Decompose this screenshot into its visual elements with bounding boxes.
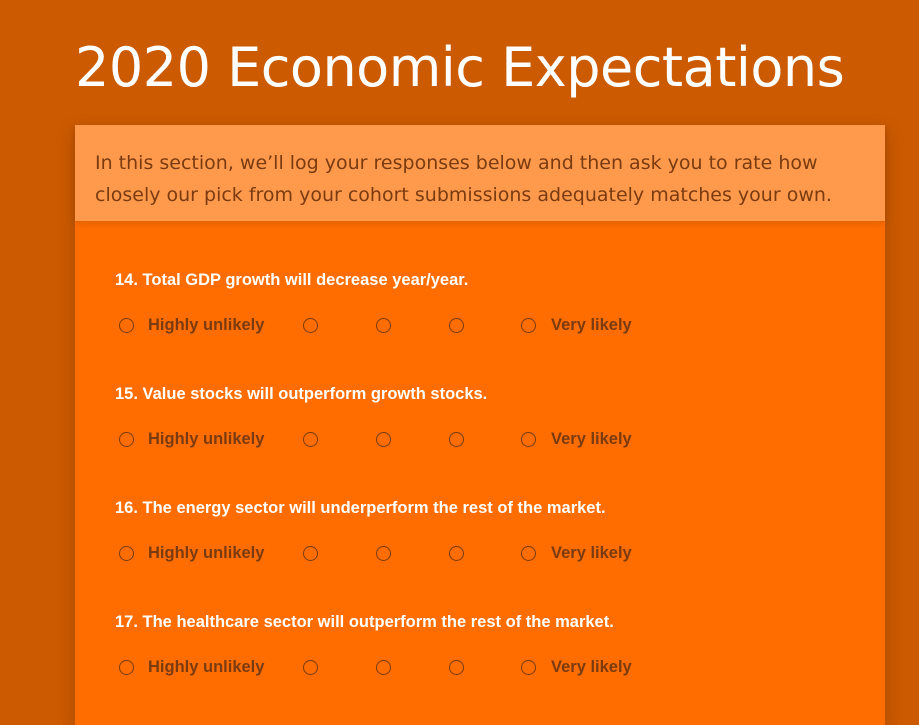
scale-min-label[interactable]: Highly unlikely xyxy=(148,316,264,335)
radio-option-3[interactable] xyxy=(376,546,391,561)
scale-min-label[interactable]: Highly unlikely xyxy=(148,658,264,677)
page-title: 2020 Economic Expectations xyxy=(75,36,845,99)
radio-option-5[interactable] xyxy=(521,660,536,675)
radio-option-3[interactable] xyxy=(376,660,391,675)
likert-scale: Highly unlikely Very likely xyxy=(115,430,855,454)
question-text: 16. The energy sector will underperform … xyxy=(115,499,606,517)
radio-option-4[interactable] xyxy=(449,432,464,447)
question-15: 15. Value stocks will outperform growth … xyxy=(115,385,855,454)
radio-option-1[interactable] xyxy=(119,432,134,447)
scale-max-label[interactable]: Very likely xyxy=(551,430,632,449)
question-text: 14. Total GDP growth will decrease year/… xyxy=(115,271,469,289)
question-text: 17. The healthcare sector will outperfor… xyxy=(115,613,614,631)
radio-option-2[interactable] xyxy=(303,660,318,675)
radio-option-5[interactable] xyxy=(521,432,536,447)
scale-max-label[interactable]: Very likely xyxy=(551,544,632,563)
radio-option-3[interactable] xyxy=(376,432,391,447)
radio-option-1[interactable] xyxy=(119,660,134,675)
radio-option-4[interactable] xyxy=(449,546,464,561)
scale-min-label[interactable]: Highly unlikely xyxy=(148,430,264,449)
radio-option-1[interactable] xyxy=(119,318,134,333)
scale-min-label[interactable]: Highly unlikely xyxy=(148,544,264,563)
radio-option-5[interactable] xyxy=(521,546,536,561)
radio-option-4[interactable] xyxy=(449,318,464,333)
radio-option-5[interactable] xyxy=(521,318,536,333)
question-text: 15. Value stocks will outperform growth … xyxy=(115,385,488,403)
radio-option-3[interactable] xyxy=(376,318,391,333)
question-17: 17. The healthcare sector will outperfor… xyxy=(115,613,855,682)
survey-card: In this section, we’ll log your response… xyxy=(75,125,885,725)
radio-option-2[interactable] xyxy=(303,432,318,447)
radio-option-4[interactable] xyxy=(449,660,464,675)
likert-scale: Highly unlikely Very likely xyxy=(115,658,855,682)
question-14: 14. Total GDP growth will decrease year/… xyxy=(115,271,855,340)
likert-scale: Highly unlikely Very likely xyxy=(115,316,855,340)
scale-max-label[interactable]: Very likely xyxy=(551,658,632,677)
radio-option-1[interactable] xyxy=(119,546,134,561)
radio-option-2[interactable] xyxy=(303,546,318,561)
radio-option-2[interactable] xyxy=(303,318,318,333)
section-intro: In this section, we’ll log your response… xyxy=(75,125,885,221)
likert-scale: Highly unlikely Very likely xyxy=(115,544,855,568)
scale-max-label[interactable]: Very likely xyxy=(551,316,632,335)
question-16: 16. The energy sector will underperform … xyxy=(115,499,855,568)
